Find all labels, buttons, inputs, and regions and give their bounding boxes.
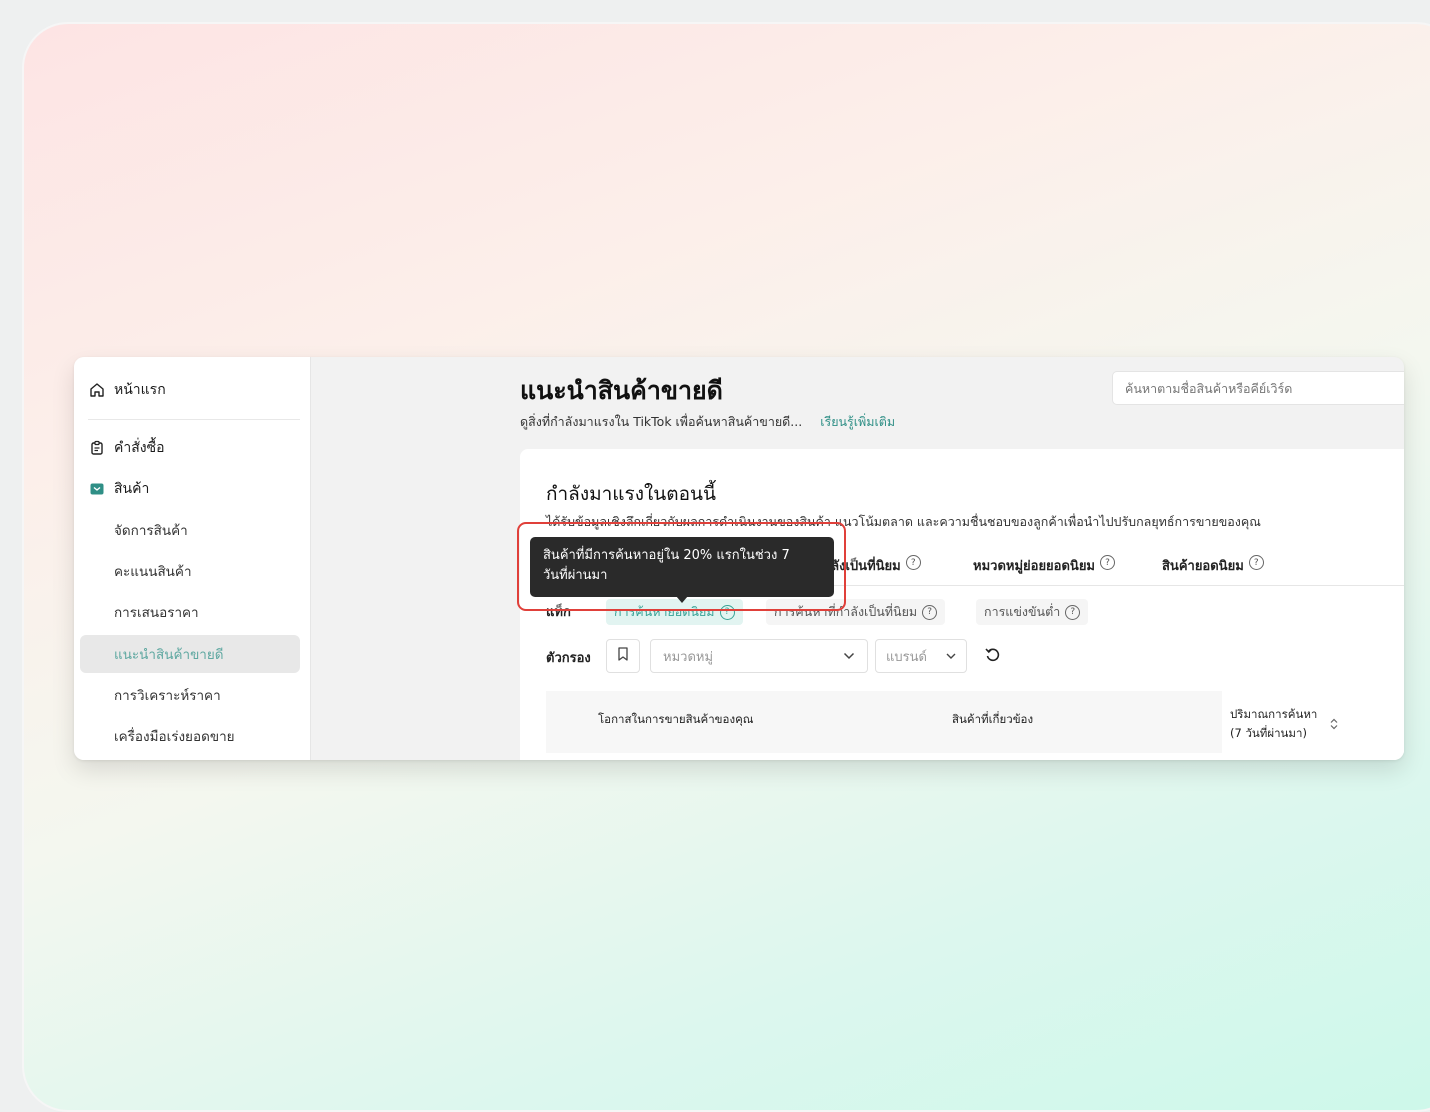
sidebar-subitem-price-analysis[interactable]: การวิเคราะห์ราคา <box>114 683 221 707</box>
sidebar-subitem-product-ratings[interactable]: คะแนนสินค้า <box>114 559 192 583</box>
sidebar-divider <box>88 419 300 420</box>
help-icon[interactable]: ? <box>905 555 921 570</box>
sidebar-item-label: คำสั่งซื้อ <box>114 440 165 456</box>
product-box-icon <box>88 480 106 498</box>
bookmark-button[interactable] <box>606 639 640 673</box>
search-input[interactable] <box>1112 371 1404 405</box>
page-subtitle-text: ดูสิ่งที่กำลังมาแรงใน TikTok เพื่อค้นหาส… <box>520 414 803 429</box>
chevron-down-icon <box>946 649 956 664</box>
tab-popular-subcategories[interactable]: หมวดหมู่ย่อยยอดนิยม? <box>973 555 1116 585</box>
highlight-annotation-box <box>517 522 846 611</box>
table-header-row: โอกาสในการขายสินค้าของคุณ สินค้าที่เกี่ย… <box>546 691 1404 753</box>
column-header-related-products: สินค้าที่เกี่ยวข้อง <box>952 712 1034 726</box>
help-icon[interactable]: ? <box>922 604 938 620</box>
column-header-search-volume: ปริมาณการค้นหา (7 วันที่ผ่านมา) <box>1230 705 1317 743</box>
sidebar-subitem-sales-booster[interactable]: เครื่องมือเร่งยอดขาย <box>114 724 235 748</box>
sidebar-item-orders[interactable]: คำสั่งซื้อ <box>88 436 165 460</box>
home-icon <box>88 381 106 399</box>
sort-icon[interactable] <box>1330 715 1338 734</box>
sidebar-subitem-manage-products[interactable]: จัดการสินค้า <box>114 518 188 542</box>
sidebar-item-products[interactable]: สินค้า <box>88 477 149 501</box>
learn-more-link[interactable]: เรียนรู้เพิ่มเติม <box>820 414 895 429</box>
bookmark-icon <box>617 647 629 665</box>
chevron-down-icon <box>843 649 855 664</box>
clipboard-icon <box>88 439 106 457</box>
sidebar-subitem-bestseller-recommendations[interactable]: แนะนำสินค้าขายดี <box>114 642 224 666</box>
page-title: แนะนำสินค้าขายดี <box>520 376 723 405</box>
help-icon[interactable]: ? <box>1065 604 1081 620</box>
column-header-opportunity: โอกาสในการขายสินค้าของคุณ <box>598 712 754 726</box>
brand-placeholder: แบรนด์ <box>886 649 927 665</box>
sidebar-item-label: สินค้า <box>114 481 150 497</box>
reset-button[interactable] <box>980 644 1004 668</box>
help-icon[interactable]: ? <box>1248 555 1264 570</box>
column-header-line: (7 วันที่ผ่านมา) <box>1230 726 1307 740</box>
tab-label: สินค้ายอดนิยม <box>1162 559 1244 574</box>
section-title: กำลังมาแรงในตอนนี้ <box>546 483 717 505</box>
sidebar-subitem-price-offers[interactable]: การเสนอราคา <box>114 600 199 624</box>
page-subtitle: ดูสิ่งที่กำลังมาแรงใน TikTok เพื่อค้นหาส… <box>520 412 895 432</box>
chip-label: การแข่งขันต่ำ <box>984 604 1061 619</box>
help-icon[interactable]: ? <box>1100 555 1116 570</box>
sidebar-item-label: หน้าแรก <box>114 382 166 398</box>
category-placeholder: หมวดหมู่ <box>663 649 714 665</box>
filter-label: ตัวกรอง <box>546 651 591 666</box>
main-content: แนะนำสินค้าขายดี ดูสิ่งที่กำลังมาแรงใน T… <box>310 357 1404 760</box>
reset-icon <box>984 646 1001 667</box>
column-header-search-volume-cell[interactable]: ปริมาณการค้นหา (7 วันที่ผ่านมา) <box>1222 691 1404 753</box>
chip-low-competition[interactable]: การแข่งขันต่ำ? <box>976 599 1089 625</box>
tab-label: หมวดหมู่ย่อยยอดนิยม <box>973 559 1096 574</box>
brand-select[interactable]: แบรนด์ <box>875 639 967 673</box>
sidebar-item-home[interactable]: หน้าแรก <box>88 378 166 402</box>
column-header-line: ปริมาณการค้นหา <box>1230 707 1318 721</box>
tab-popular-products[interactable]: สินค้ายอดนิยม? <box>1162 555 1264 585</box>
category-select[interactable]: หมวดหมู่ <box>650 639 868 673</box>
sidebar: หน้าแรก คำสั่งซื้อ สินค้า จัดการสินค้า ค… <box>74 357 311 760</box>
